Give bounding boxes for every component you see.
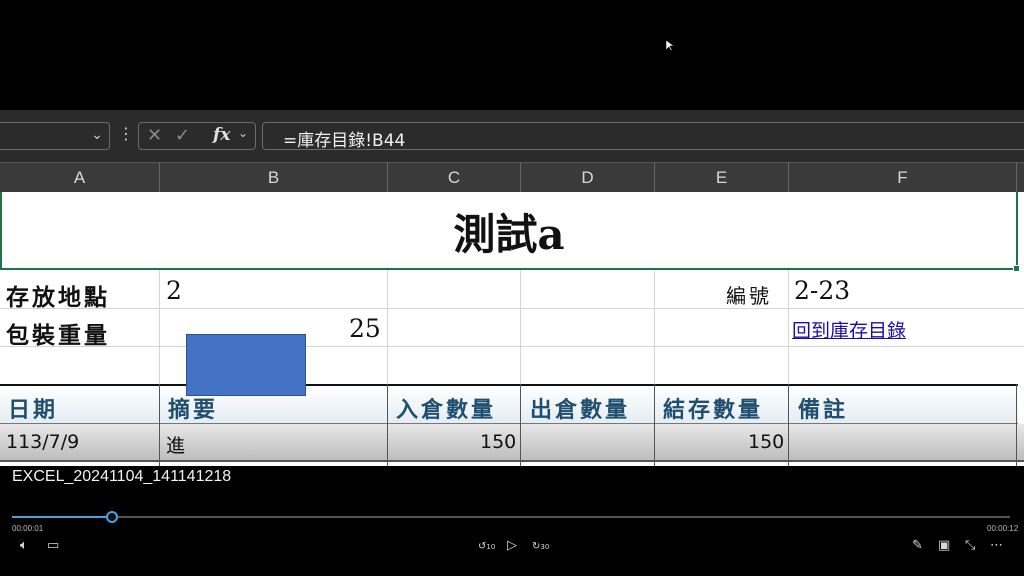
column-header-e[interactable]: E [655,163,789,193]
check-icon[interactable]: ✓ [175,125,190,146]
forward-30-button[interactable]: ↻30 [532,541,549,552]
formula-controls: ✕ ✓ fx ⌄ [138,122,256,150]
back-to-inventory-link[interactable]: 回到庫存目錄 [792,316,906,343]
elapsed-time: 00:00:01 [12,524,44,533]
package-label: 包裝重量 [6,322,110,349]
formula-input[interactable]: =庫存目錄!B44 [262,122,1024,151]
column-headers: A B C D E F [0,162,1024,193]
cell-summary[interactable]: 進 [166,431,185,458]
excel-window: ⌄ ⋮ ✕ ✓ fx ⌄ =庫存目錄!B44 A B C D E F 測試a 存… [0,110,1024,466]
sheet-grid[interactable]: 測試a 存放地點 2 編號 2-23 包裝重量 25 回到庫存目錄 日期 摘要 … [0,192,1024,466]
edit-icon[interactable]: ✎ [912,538,923,553]
header-summary: 摘要 [168,397,219,423]
header-date: 日期 [8,397,59,423]
table-row[interactable]: 113/7/9 進 150 150 [0,424,1024,462]
blue-rectangle-shape[interactable] [186,334,306,396]
forward-label: 30 [540,543,550,551]
chevron-down-icon[interactable]: ⌄ [238,126,248,140]
cell-date[interactable]: 113/7/9 [6,431,79,453]
header-out-qty: 出倉數量 [530,397,631,423]
play-icon[interactable]: ▷ [507,538,517,553]
captions-icon[interactable]: ▭ [47,538,59,553]
fullscreen-exit-icon[interactable]: ⤡ [965,538,975,553]
rewind-label: 10 [486,543,496,551]
seek-bar[interactable] [12,511,1010,523]
id-label: 編號 [726,284,772,308]
more-options-icon[interactable]: ⋮ [118,124,134,143]
cell-in-qty[interactable]: 150 [480,431,516,453]
total-time: 00:00:12 [987,524,1019,533]
storage-label: 存放地點 [6,284,110,311]
column-header-f[interactable]: F [789,163,1017,193]
volume-icon[interactable]: 🔈︎ [20,538,28,553]
header-note: 備註 [798,397,849,423]
column-header-c[interactable]: C [388,163,521,193]
column-header-b[interactable]: B [160,163,388,193]
more-icon[interactable]: ⋯ [990,538,1003,553]
table-header-row: 日期 摘要 入倉數量 出倉數量 結存數量 備註 [0,384,1018,424]
sheet-title[interactable]: 測試a [0,192,1018,270]
name-box[interactable]: ⌄ [0,122,110,150]
chevron-down-icon[interactable]: ⌄ [91,127,103,143]
column-header-a[interactable]: A [0,163,160,193]
formula-bar: ⌄ ⋮ ✕ ✓ fx ⌄ =庫存目錄!B44 [0,110,1024,162]
seek-progress [12,516,112,518]
column-header-d[interactable]: D [521,163,655,193]
id-value[interactable]: 2-23 [794,276,850,305]
mouse-cursor-icon [666,40,674,52]
package-value[interactable]: 25 [349,314,381,343]
rewind-10-button[interactable]: ↺10 [478,541,495,552]
media-player-controls: EXCEL_20241104_141141218 00:00:01 00:00:… [0,466,1024,576]
mini-player-icon[interactable]: ▣ [938,538,950,553]
header-in-qty: 入倉數量 [396,397,497,423]
header-balance: 結存數量 [663,397,764,423]
insert-function-button[interactable]: fx [213,125,230,145]
cell-balance[interactable]: 150 [748,431,784,453]
video-filename: EXCEL_20241104_141141218 [12,468,232,485]
fill-handle[interactable] [1013,265,1020,272]
seek-knob[interactable] [105,511,118,523]
storage-value[interactable]: 2 [166,276,182,305]
cancel-icon[interactable]: ✕ [147,125,162,146]
